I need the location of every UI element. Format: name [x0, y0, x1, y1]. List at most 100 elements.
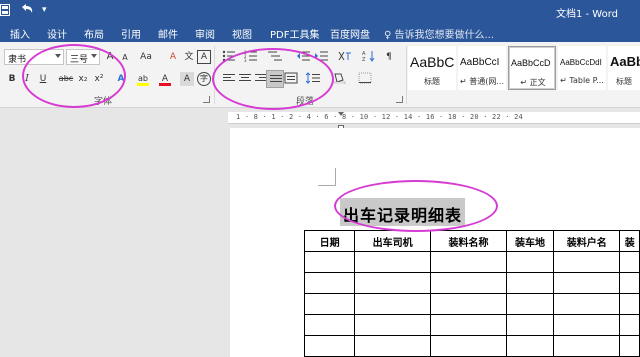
enclose-characters-button[interactable]: 字 [197, 72, 211, 86]
table-cell[interactable] [505, 293, 555, 315]
table-cell[interactable] [354, 314, 432, 336]
table-row [303, 314, 640, 336]
left-gutter [0, 109, 228, 357]
table-cell[interactable] [354, 335, 432, 357]
ruler-ticks: 1 · 8 · 1 · 2 · 4 · 6 · 8 · 10 · 12 · 14… [236, 113, 523, 121]
tab-pdf-tools[interactable]: PDF工具集 [270, 26, 319, 41]
table-cell[interactable] [354, 293, 432, 315]
phonetic-guide-button[interactable]: 文 [182, 50, 196, 64]
style-name: 标题 [424, 77, 440, 86]
font-name-value: 隶书 [8, 55, 27, 65]
table-row [303, 272, 640, 294]
table-cell[interactable] [505, 335, 555, 357]
table-cell[interactable] [505, 251, 555, 273]
table-cell[interactable] [354, 251, 432, 273]
font-dialog-launcher-icon[interactable] [203, 96, 210, 103]
table-cell[interactable] [430, 335, 507, 357]
horizontal-ruler[interactable]: 1 · 8 · 1 · 2 · 4 · 6 · 8 · 10 · 12 · 14… [228, 112, 640, 131]
tab-view[interactable]: 视图 [232, 26, 252, 41]
save-icon[interactable] [0, 4, 10, 16]
style-sample: AaBbCcDdI [560, 58, 602, 67]
style-sample: AaBb [610, 54, 640, 69]
font-color-button[interactable]: A [158, 72, 172, 86]
chinese-layout-icon[interactable] [338, 50, 352, 64]
highlight-label: ab [138, 74, 148, 83]
table-cell[interactable] [303, 251, 356, 273]
style-title[interactable]: AaBbC 标题 [408, 46, 456, 90]
table-cell[interactable] [553, 272, 621, 294]
document-page[interactable]: 出车记录明细表 日期 出车司机 装料名称 装车地 装料户名 装 [230, 128, 640, 357]
style-table-paragraph[interactable]: AaBbCcDdI ↵ Table P... [558, 46, 606, 90]
header-driver[interactable]: 出车司机 [354, 230, 432, 252]
customize-quick-access-icon[interactable]: ▾ [42, 5, 47, 15]
group-divider [406, 46, 407, 104]
tab-mailings[interactable]: 邮件 [158, 26, 178, 41]
tell-me-search[interactable]: ♀ 告诉我您想要做什么... [384, 26, 494, 41]
word-window: ▾ 文档1 - Word 插入 设计 布局 引用 邮件 审阅 视图 PDF工具集… [0, 0, 640, 357]
record-table[interactable]: 日期 出车司机 装料名称 装车地 装料户名 装 [303, 230, 640, 357]
table-cell[interactable] [553, 293, 621, 315]
paragraph-shading-icon[interactable] [332, 72, 346, 86]
table-cell[interactable] [430, 293, 507, 315]
tab-review[interactable]: 审阅 [195, 26, 215, 41]
table-cell[interactable] [303, 314, 356, 336]
sort-icon[interactable]: AZ [362, 50, 376, 64]
table-cell[interactable] [354, 272, 432, 294]
table-cell[interactable] [619, 293, 640, 315]
table-cell[interactable] [553, 335, 621, 357]
undo-icon[interactable] [20, 4, 34, 16]
table-cell[interactable] [430, 314, 507, 336]
character-shading-button[interactable]: A [180, 72, 194, 86]
table-cell[interactable] [430, 272, 507, 294]
bold-button[interactable]: B [5, 72, 19, 86]
table-cell[interactable] [303, 293, 356, 315]
header-partial[interactable]: 装 [619, 230, 640, 252]
font-color-swatch [159, 83, 171, 86]
header-loading-place[interactable]: 装车地 [505, 230, 555, 252]
header-date[interactable]: 日期 [303, 230, 356, 252]
table-row [303, 293, 640, 315]
style-name: ↵ 正文 [520, 78, 546, 87]
table-cell[interactable] [430, 251, 507, 273]
table-cell[interactable] [303, 272, 356, 294]
style-normal-web[interactable]: AaBbCcI ↵ 普通(网... [458, 46, 506, 90]
style-name: ↵ Table P... [560, 76, 604, 85]
style-heading-1[interactable]: AaBb 标题 [608, 46, 640, 90]
table-cell[interactable] [303, 335, 356, 357]
table-cell[interactable] [505, 314, 555, 336]
table-cell[interactable] [553, 251, 621, 273]
style-name: ↵ 普通(网... [460, 77, 504, 86]
style-sample: AaBbCcD [511, 58, 551, 68]
svg-text:Z: Z [362, 57, 366, 62]
window-title: 文档1 - Word [555, 9, 618, 20]
table-cell[interactable] [619, 251, 640, 273]
style-sample: AaBbCcI [460, 57, 500, 68]
annotation-ellipse-font [22, 44, 126, 108]
tab-layout[interactable]: 布局 [84, 26, 104, 41]
header-material-name[interactable]: 装料名称 [430, 230, 507, 252]
change-case-button[interactable]: Aa [136, 50, 156, 64]
style-name: 标题 [616, 77, 632, 86]
tab-references[interactable]: 引用 [121, 26, 141, 41]
paragraph-dialog-launcher-icon[interactable] [396, 96, 403, 103]
borders-icon[interactable] [358, 72, 372, 86]
table-cell[interactable] [619, 335, 640, 357]
clear-formatting-button[interactable]: A [166, 50, 180, 64]
table-row [303, 251, 640, 273]
annotation-ellipse-heading [334, 180, 498, 232]
tab-design[interactable]: 设计 [47, 26, 67, 41]
table-cell[interactable] [619, 272, 640, 294]
first-line-indent-marker[interactable] [338, 112, 344, 116]
tab-insert[interactable]: 插入 [10, 26, 30, 41]
show-formatting-marks-icon[interactable]: ¶ [382, 50, 396, 64]
table-row [303, 335, 640, 357]
tab-baidu-netdisk[interactable]: 百度网盘 [330, 26, 370, 41]
header-material-account[interactable]: 装料户名 [553, 230, 621, 252]
highlight-color-button[interactable]: ab [136, 72, 150, 86]
table-cell[interactable] [505, 272, 555, 294]
character-border-button[interactable]: A [197, 50, 211, 64]
title-bar: ▾ 文档1 - Word [0, 0, 640, 22]
style-body-text[interactable]: AaBbCcD ↵ 正文 [508, 46, 556, 90]
table-cell[interactable] [553, 314, 621, 336]
table-cell[interactable] [619, 314, 640, 336]
